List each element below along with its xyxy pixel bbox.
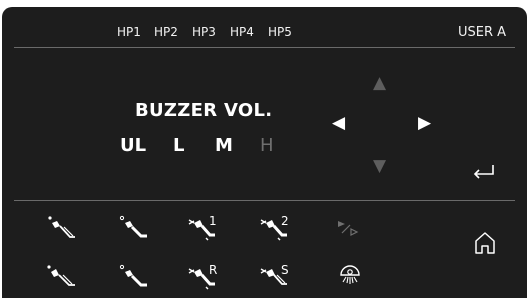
instrument-icon-2[interactable]: [117, 214, 153, 244]
instrument-icon-1[interactable]: [44, 214, 80, 244]
level-l-button[interactable]: L: [173, 135, 184, 156]
top-divider: [14, 47, 515, 48]
enter-icon[interactable]: [471, 163, 497, 181]
home-icon[interactable]: [473, 230, 497, 256]
instrument-icon-3-label: 1: [209, 214, 217, 228]
instrument-icon-8[interactable]: S: [257, 261, 295, 293]
level-h-button[interactable]: H: [260, 135, 274, 156]
instrument-icon-3[interactable]: 1: [185, 212, 223, 244]
bottom-divider: [14, 200, 515, 201]
tab-hp4[interactable]: HP4: [230, 25, 254, 39]
tab-hp3[interactable]: HP3: [192, 25, 216, 39]
instrument-icon-4-label: 2: [281, 214, 289, 228]
right-arrow-icon[interactable]: ▶: [418, 115, 431, 132]
level-m-button[interactable]: M: [215, 135, 233, 156]
down-arrow-icon[interactable]: ▼: [373, 158, 386, 175]
buzzer-volume-title: BUZZER VOL.: [135, 100, 273, 121]
instrument-icon-6[interactable]: [117, 262, 153, 292]
control-panel: HP1 HP2 HP3 HP4 HP5 USER A BUZZER VOL. U…: [2, 7, 527, 298]
instrument-icon-8-label: S: [281, 263, 289, 277]
up-arrow-icon[interactable]: ▲: [373, 75, 386, 92]
instrument-icon-5[interactable]: [44, 262, 80, 292]
instrument-icon-7[interactable]: R: [185, 261, 223, 293]
user-label[interactable]: USER A: [458, 25, 506, 40]
light-icon[interactable]: [336, 262, 364, 290]
tab-hp2[interactable]: HP2: [154, 25, 178, 39]
tab-hp5[interactable]: HP5: [268, 25, 292, 39]
left-arrow-icon[interactable]: ◀: [332, 115, 345, 132]
tab-hp1[interactable]: HP1: [117, 25, 141, 39]
level-ul-button[interactable]: UL: [120, 135, 146, 156]
instrument-icon-4[interactable]: 2: [257, 212, 295, 244]
play-step-icon[interactable]: [334, 215, 364, 241]
instrument-icon-7-label: R: [209, 263, 217, 277]
